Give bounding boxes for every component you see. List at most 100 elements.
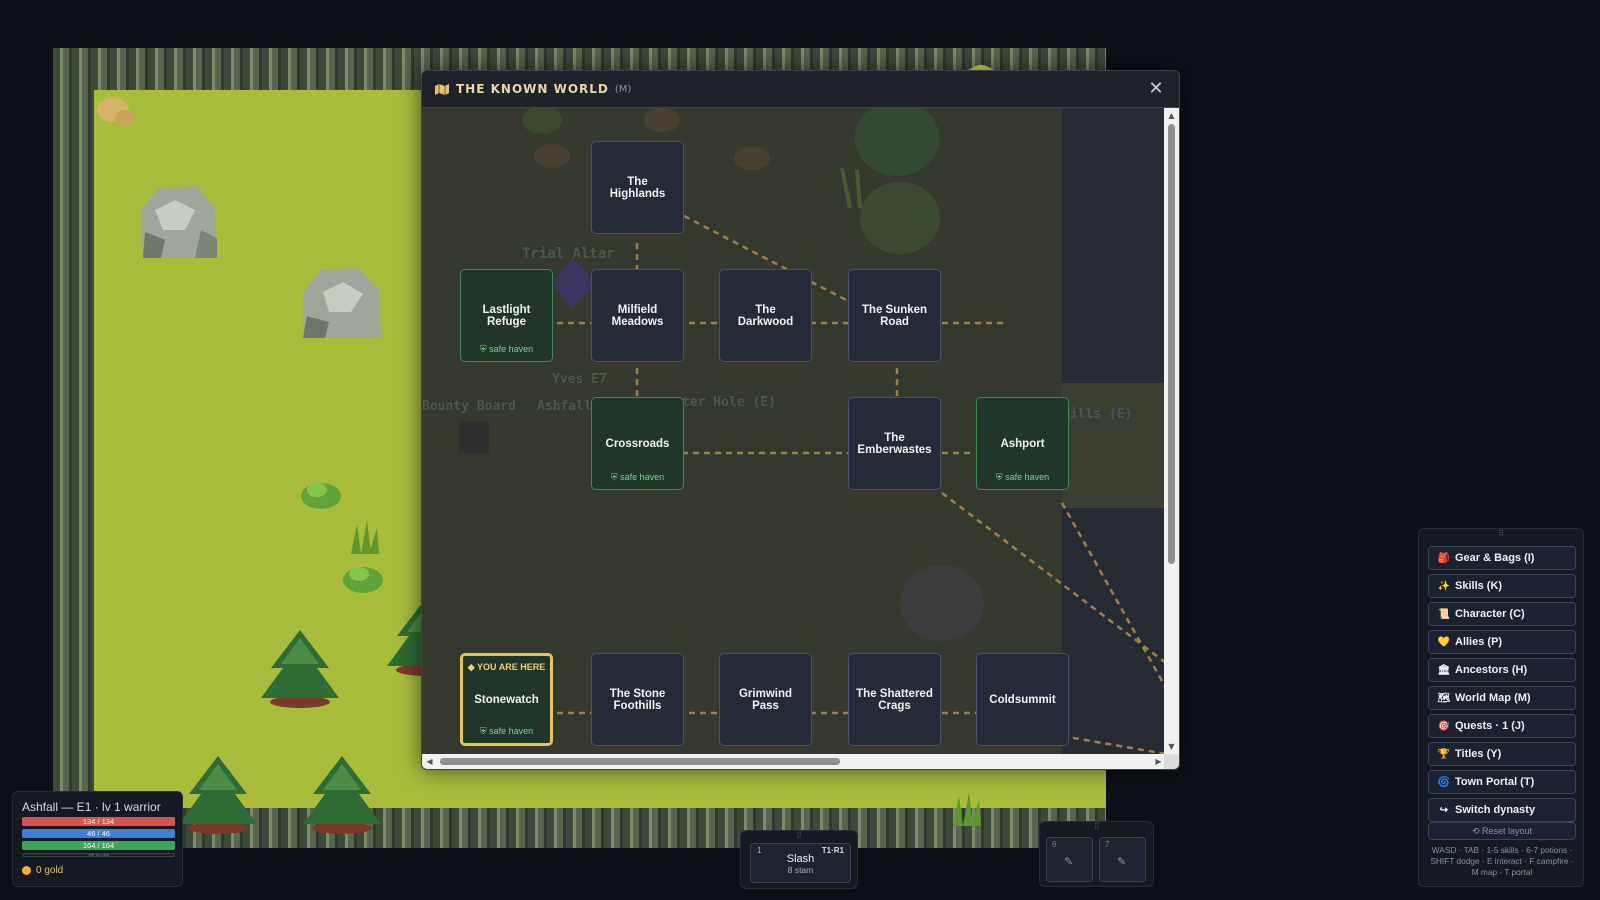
skill-slot-slash[interactable]: 1 T1·R1 Slash 8 stam [750, 843, 851, 883]
skill-hotkey: 1 [757, 846, 762, 855]
water-hole-label: ter Hole (E) [682, 395, 776, 410]
reset-layout-button[interactable]: ⟲ Reset layout [1428, 822, 1576, 840]
map-node-label: Crossroads [605, 437, 670, 450]
pine-tree [261, 630, 339, 708]
scroll-up-icon[interactable]: ▲ [1164, 108, 1179, 123]
town-label: Ashfall [537, 399, 592, 414]
sparkles-icon: ✨ [1437, 580, 1451, 592]
pine-tree [179, 756, 257, 834]
you-are-here-badge: ◆ YOU ARE HERE [467, 662, 546, 672]
menu-label: Quests · 1 (J) [1455, 720, 1525, 732]
menu-label: Switch dynasty [1455, 804, 1536, 816]
portal-icon: 🌀 [1437, 776, 1451, 788]
allies-button[interactable]: 💛 Allies (P) [1428, 630, 1576, 654]
drag-handle-icon[interactable]: ⠿ [741, 832, 857, 840]
temple-icon: 🏛 [1437, 664, 1451, 676]
gear-and-bags-button[interactable]: 🎒 Gear & Bags (I) [1428, 546, 1576, 570]
switch-dynasty-button[interactable]: ↪ Switch dynasty [1428, 798, 1576, 822]
world-map-button[interactable]: 🗺 World Map (M) [1428, 686, 1576, 710]
pencil-icon: ✎ [1064, 855, 1074, 868]
map-node-ashport[interactable]: Ashport ⛨ safe haven [976, 397, 1069, 490]
mana-bar: 46 / 46 [22, 829, 175, 838]
potion-slot-7[interactable]: 7 ✎ [1099, 837, 1146, 882]
map-node-the-darkwood[interactable]: The Darkwood [719, 269, 812, 362]
potion-bar: ⠿ 6 ✎ 7 ✎ [1039, 821, 1154, 887]
bush [301, 483, 341, 509]
menu-label: Town Portal (T) [1455, 776, 1535, 788]
world-map-header: THE KNOWN WORLD (M) ✕ [422, 71, 1179, 108]
boulder [141, 186, 217, 258]
quests-button[interactable]: 🎯 Quests · 1 (J) [1428, 714, 1576, 738]
switch-arrow-icon: ↪ [1439, 804, 1449, 816]
target-icon: 🎯 [1437, 720, 1451, 732]
ancestors-button[interactable]: 🏛 Ancestors (H) [1428, 658, 1576, 682]
map-icon [435, 84, 449, 95]
npc-label: Yves E7 [552, 372, 607, 387]
town-portal-button[interactable]: 🌀 Town Portal (T) [1428, 770, 1576, 794]
map-node-the-shattered-crags[interactable]: The Shattered Crags [848, 653, 941, 746]
skill-bar: ⠿ 1 T1·R1 Slash 8 stam [740, 830, 858, 889]
map-node-the-stone-foothills[interactable]: The Stone Foothills [591, 653, 684, 746]
pencil-icon: ✎ [1117, 855, 1127, 868]
close-icon[interactable]: ✕ [1147, 80, 1165, 98]
map-node-label: The Highlands [609, 175, 666, 200]
scrollbar-corner [1164, 754, 1179, 769]
skill-rank: T1·R1 [821, 846, 844, 855]
map-node-label: Ashport [1000, 437, 1045, 450]
scroll-left-icon[interactable]: ◀ [422, 754, 437, 769]
gold-coin-icon [22, 866, 31, 875]
map-node-label: Stonewatch [474, 693, 539, 706]
game-menu-panel: ⠿ 🎒 Gear & Bags (I) ✨ Skills (K) 📜 Chara… [1418, 528, 1584, 887]
safe-haven-badge: ⛨ safe haven [610, 472, 665, 482]
map-node-label: The Sunken Road [861, 303, 928, 328]
map-icon: 🗺 [1437, 692, 1451, 704]
boulder [303, 268, 381, 338]
map-node-crossroads[interactable]: Crossroads ⛨ safe haven [591, 397, 684, 490]
map-node-lastlight-refuge[interactable]: Lastlight Refuge ⛨ safe haven [460, 269, 553, 362]
map-node-label: The Stone Foothills [609, 687, 666, 712]
drag-handle-icon[interactable]: ⠿ [1419, 530, 1583, 538]
safe-haven-badge: ⛨ safe haven [479, 344, 534, 354]
stamina-value: 164 / 164 [82, 841, 115, 850]
map-node-grimwind-pass[interactable]: Grimwind Pass [719, 653, 812, 746]
menu-label: Ancestors (H) [1455, 664, 1528, 676]
map-node-milfield-meadows[interactable]: Milfield Meadows [591, 269, 684, 362]
map-node-stonewatch[interactable]: ◆ YOU ARE HERE Stonewatch ⛨ safe haven [460, 653, 553, 746]
map-node-the-sunken-road[interactable]: The Sunken Road [848, 269, 941, 362]
potion-hotkey: 6 [1052, 840, 1057, 849]
xp-value: XP 0 / 20 [88, 853, 109, 857]
map-node-the-highlands[interactable]: The Highlands [591, 141, 684, 234]
world-map-canvas[interactable]: Trial Altar Yves E7 Bounty Board Ashfall… [422, 108, 1166, 754]
skills-button[interactable]: ✨ Skills (K) [1428, 574, 1576, 598]
map-node-label: Milfield Meadows [611, 303, 664, 328]
player-title: Ashfall — E1 · lv 1 warrior [22, 800, 161, 814]
world-map-title: THE KNOWN WORLD [456, 82, 609, 96]
tall-grass [351, 520, 379, 554]
potion-slot-6[interactable]: 6 ✎ [1046, 837, 1093, 882]
potion-hotkey: 7 [1105, 840, 1110, 849]
gold-counter: 0 gold [22, 865, 173, 876]
mana-value: 46 / 46 [87, 829, 110, 838]
world-map-hotkey: (M) [614, 83, 632, 95]
map-node-coldsummit[interactable]: Coldsummit [976, 653, 1069, 746]
menu-label: Titles (Y) [1455, 748, 1502, 760]
character-button[interactable]: 📜 Character (C) [1428, 602, 1576, 626]
horizontal-scrollbar[interactable]: ◀ ▶ [422, 754, 1166, 769]
scroll-icon: 📜 [1437, 608, 1451, 620]
menu-label: Allies (P) [1455, 636, 1503, 648]
map-node-the-emberwastes[interactable]: The Emberwastes [848, 397, 941, 490]
vertical-scroll-thumb[interactable] [1168, 124, 1175, 564]
bounty-board-label: Bounty Board [422, 399, 516, 414]
vertical-scrollbar[interactable]: ▲ ▼ [1164, 108, 1179, 754]
horizontal-scroll-thumb[interactable] [440, 758, 840, 765]
menu-label: World Map (M) [1455, 692, 1531, 704]
backpack-icon: 🎒 [1437, 552, 1451, 564]
heart-icon: 💛 [1437, 636, 1451, 648]
drag-handle-icon[interactable]: ⠿ [1040, 823, 1153, 831]
scroll-down-icon[interactable]: ▼ [1164, 739, 1179, 754]
player-status-panel: Ashfall — E1 · lv 1 warrior 134 / 134 46… [12, 791, 183, 887]
safe-haven-badge: ⛨ safe haven [479, 726, 534, 736]
gold-value: 0 gold [36, 865, 64, 876]
titles-button[interactable]: 🏆 Titles (Y) [1428, 742, 1576, 766]
world-map-modal: THE KNOWN WORLD (M) ✕ Trial Altar Yves E… [421, 70, 1180, 770]
